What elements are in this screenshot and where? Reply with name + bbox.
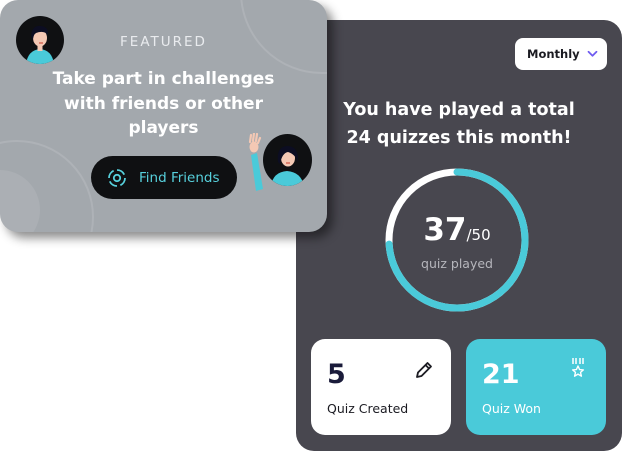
quiz-created-label: Quiz Created xyxy=(327,401,409,416)
score-value: 37 xyxy=(423,212,467,248)
quiz-won-count: 21 xyxy=(482,359,520,390)
period-dropdown-label: Monthly xyxy=(527,47,580,61)
played-summary-line2: 24 quizzes this month! xyxy=(346,128,572,148)
find-friends-label: Find Friends xyxy=(139,169,220,186)
featured-card: FEATURED Take part in challenges with fr… xyxy=(0,0,327,232)
pencil-icon[interactable] xyxy=(413,359,435,381)
waving-hand-icon xyxy=(248,133,263,191)
quiz-created-card[interactable]: 5 Quiz Created xyxy=(311,339,451,435)
stats-card: Monthly You have played a total 24 quizz… xyxy=(296,20,622,451)
score-display: 37/50 xyxy=(382,212,532,248)
quiz-won-label: Quiz Won xyxy=(482,401,541,416)
played-summary: You have played a total 24 quizzes this … xyxy=(306,96,612,152)
target-icon xyxy=(108,168,126,187)
chevron-down-icon xyxy=(587,50,598,57)
medal-icon xyxy=(571,358,585,377)
find-friends-button[interactable]: Find Friends xyxy=(91,156,237,199)
period-dropdown[interactable]: Monthly xyxy=(515,38,607,70)
played-summary-line1: You have played a total xyxy=(343,100,575,120)
score-caption: quiz played xyxy=(421,256,493,271)
quiz-won-card[interactable]: 21 Quiz Won xyxy=(466,339,606,435)
score-total: /50 xyxy=(466,226,491,244)
featured-description: Take part in challenges with friends or … xyxy=(52,69,275,138)
quiz-created-count: 5 xyxy=(327,359,346,390)
featured-label: FEATURED xyxy=(120,34,207,50)
